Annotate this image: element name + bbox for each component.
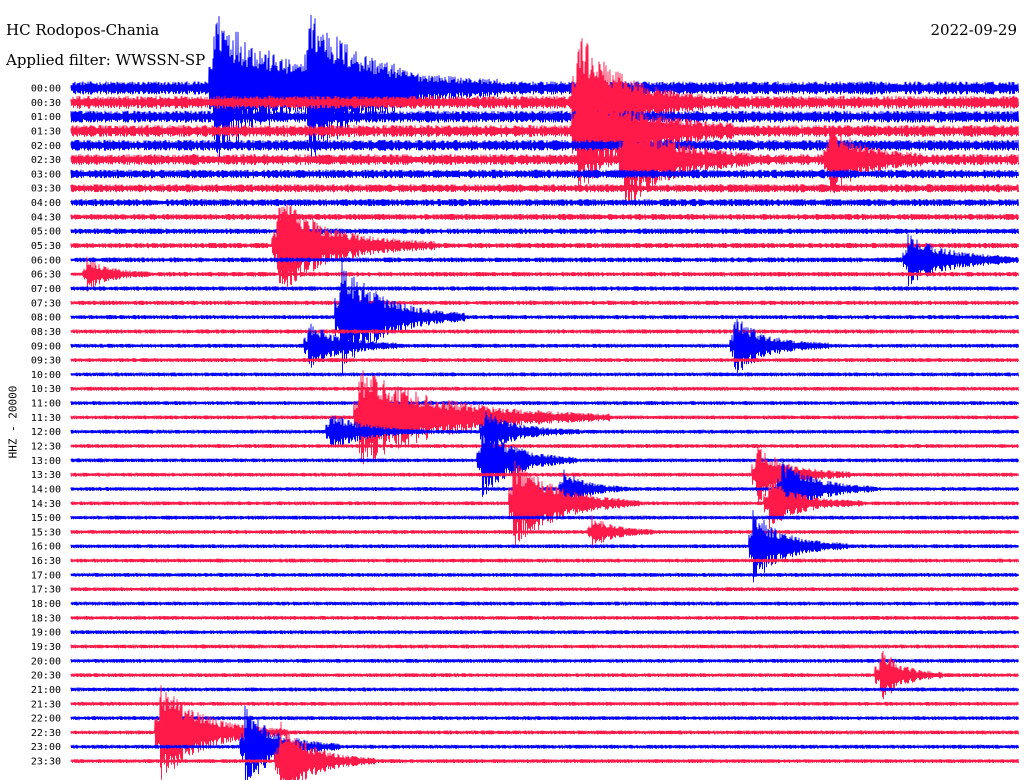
trace-row-02:00 [70,139,1019,151]
helicorder-plot: 00:00 00:30 01:00 01:30 02:00 02:30 03:00 03:30… [31,14,1019,780]
row-time-label: 02:00 [31,141,61,152]
row-time-label: 10:30 [31,384,61,395]
row-time-label: 11:30 [31,413,61,424]
trace-row-08:30 [70,328,1019,335]
trace-row-19:30 [70,643,1019,650]
trace-row-09:00 [70,318,1019,373]
trace-row-13:00 [70,423,1019,497]
row-time-label: 04:00 [31,198,61,209]
trace-row-00:00 [70,14,1019,162]
row-time-label: 01:30 [31,126,61,137]
row-time-label: 23:30 [31,757,61,768]
row-time-label: 09:30 [31,356,61,367]
date-label: 2022-09-29 [930,21,1017,39]
row-time-label: 07:30 [31,298,61,309]
row-time-label: 07:00 [31,284,61,295]
row-time-label: 08:00 [31,313,61,324]
row-time-label: 12:30 [31,442,61,453]
row-time-label: 16:00 [31,542,61,553]
row-time-label: 22:30 [31,728,61,739]
trace-row-03:00 [70,169,1019,179]
row-time-label: 09:00 [31,341,61,352]
trace-row-10:30 [70,385,1019,392]
trace-row-09:30 [70,357,1019,363]
trace-row-15:30 [70,515,1019,549]
trace-row-12:30 [70,443,1019,449]
row-time-label: 14:00 [31,484,61,495]
station-title: HC Rodopos-Chania [6,21,160,39]
row-time-label: 10:00 [31,370,61,381]
trace-row-17:00 [70,572,1019,578]
trace-row-21:30 [70,701,1019,707]
row-time-label: 20:30 [31,671,61,682]
row-time-label: 14:30 [31,499,61,510]
row-time-label: 02:30 [31,155,61,166]
row-time-label: 22:00 [31,714,61,725]
trace-row-16:30 [70,557,1019,564]
trace-row-15:00 [70,514,1019,521]
row-time-label: 16:30 [31,556,61,567]
trace-row-06:00 [70,233,1019,287]
trace-row-11:00 [70,400,1019,406]
row-time-label: 00:00 [31,84,61,95]
row-time-label: 06:30 [31,270,61,281]
row-time-label: 18:30 [31,613,61,624]
trace-row-11:30 [70,370,1019,465]
row-time-label: 15:30 [31,527,61,538]
row-time-label: 08:30 [31,327,61,338]
trace-row-18:30 [70,615,1019,621]
channel-axis-label: HHZ - 20000 [6,385,20,459]
row-time-label: 21:30 [31,699,61,710]
row-time-label: 23:00 [31,742,61,753]
row-time-label: 17:30 [31,585,61,596]
row-time-label: 17:00 [31,570,61,581]
row-time-label: 04:30 [31,212,61,223]
filter-label: Applied filter: WWSSN-SP [6,51,206,69]
row-time-label: 06:00 [31,255,61,266]
row-time-label: 13:00 [31,456,61,467]
trace-row-20:00 [70,658,1019,664]
row-time-label: 05:00 [31,227,61,238]
row-time-label: 15:00 [31,513,61,524]
row-time-label: 12:00 [31,427,61,438]
trace-row-04:30 [70,213,1019,220]
row-time-label: 18:00 [31,599,61,610]
row-time-label: 00:30 [31,98,61,109]
trace-row-22:30 [70,685,1019,780]
row-time-label: 05:30 [31,241,61,252]
trace-row-07:30 [70,300,1019,306]
row-time-label: 20:00 [31,656,61,667]
trace-row-04:00 [70,198,1019,207]
trace-row-19:00 [70,629,1019,635]
row-time-label: 19:00 [31,628,61,639]
row-time-label: 11:00 [31,399,61,410]
row-time-label: 03:30 [31,184,61,195]
row-time-label: 01:00 [31,112,61,123]
trace-row-18:00 [70,600,1019,607]
trace-row-17:30 [70,586,1019,592]
time-row-labels: 00:00 00:30 01:00 01:30 02:00 02:30 03:00 03:30… [31,84,61,768]
trace-row-08:00 [70,260,1019,374]
row-time-label: 19:30 [31,642,61,653]
trace-row-20:30 [70,650,1019,700]
trace-row-10:00 [70,371,1019,378]
row-time-label: 21:00 [31,685,61,696]
row-time-label: 13:30 [31,470,61,481]
trace-row-16:00 [70,510,1019,583]
row-time-label: 03:00 [31,169,61,180]
trace-row-05:00 [70,228,1019,234]
trace-row-07:00 [70,285,1019,292]
trace-row-21:00 [70,686,1019,693]
seismic-traces [70,14,1019,780]
trace-row-03:30 [70,184,1019,193]
